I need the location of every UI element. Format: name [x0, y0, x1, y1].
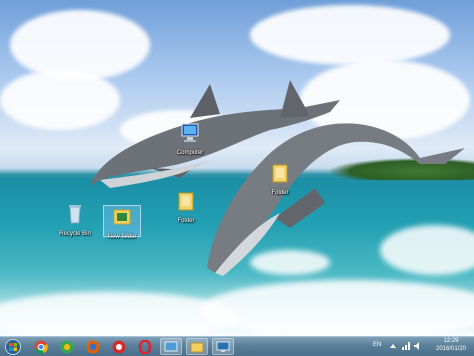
recycle-bin-icon — [69, 205, 81, 224]
taskbar-app-button[interactable] — [108, 338, 130, 355]
desktop-icon-recycle-bin[interactable]: Recycle Bin — [52, 203, 98, 238]
taskbar-desktop-preview-button[interactable] — [160, 338, 182, 355]
desktop-icon-folder-1[interactable]: Folder — [163, 190, 209, 225]
desktop-icon-computer[interactable]: Computer — [167, 122, 213, 157]
desktop-icon-folder-2[interactable]: Folder — [257, 162, 303, 197]
app-icon — [112, 340, 126, 353]
tray-clock[interactable]: 12:29 2016/01/20 — [430, 337, 472, 353]
taskbar-monitor-button[interactable] — [212, 338, 234, 355]
taskbar-opera-button[interactable] — [56, 338, 78, 355]
clock-date: 2016/01/20 — [435, 346, 467, 352]
chrome-browser-icon — [34, 340, 48, 354]
dolphin-front — [207, 80, 465, 276]
windows-start-icon — [5, 338, 21, 355]
desktop-icon-label: Folder — [177, 218, 195, 224]
computer-icon — [181, 123, 199, 142]
cloud — [10, 10, 150, 80]
folder-icon — [178, 192, 194, 211]
desktop-icon-label: Computer — [176, 150, 204, 156]
taskbar: EN 12:29 2016/01/20 — [0, 336, 474, 356]
clock-time: 12:29 — [443, 338, 459, 344]
opera-icon — [60, 340, 74, 353]
folder-image-icon — [113, 209, 131, 225]
taskbar-explorer-button[interactable] — [186, 338, 208, 355]
firefox-icon — [86, 340, 100, 353]
folder-icon — [272, 164, 288, 183]
cloud — [250, 5, 450, 65]
language-indicator[interactable]: EN — [373, 342, 381, 348]
desktop-icon-new-folder[interactable]: New folder — [103, 205, 141, 240]
explorer-folder-icon — [190, 342, 204, 352]
start-button[interactable] — [2, 338, 24, 355]
tray-show-hidden-icon[interactable] — [390, 343, 396, 349]
wave-foam — [200, 280, 474, 336]
taskbar-firefox-button[interactable] — [82, 338, 104, 355]
volume-icon[interactable] — [414, 342, 422, 350]
taskbar-opera-red-button[interactable] — [134, 338, 156, 355]
desktop[interactable]: Computer Recycle Bin New folder Folder F… — [0, 0, 474, 336]
desktop-preview-icon — [164, 341, 178, 351]
desktop-icon-label: New folder — [107, 234, 137, 240]
taskbar-chrome-button[interactable] — [30, 338, 52, 355]
desktop-icon-label: Folder — [271, 190, 289, 196]
network-icon[interactable] — [402, 342, 410, 350]
opera-red-icon — [138, 339, 152, 354]
desktop-icon-label: Recycle Bin — [59, 231, 91, 237]
monitor-icon — [216, 341, 230, 352]
